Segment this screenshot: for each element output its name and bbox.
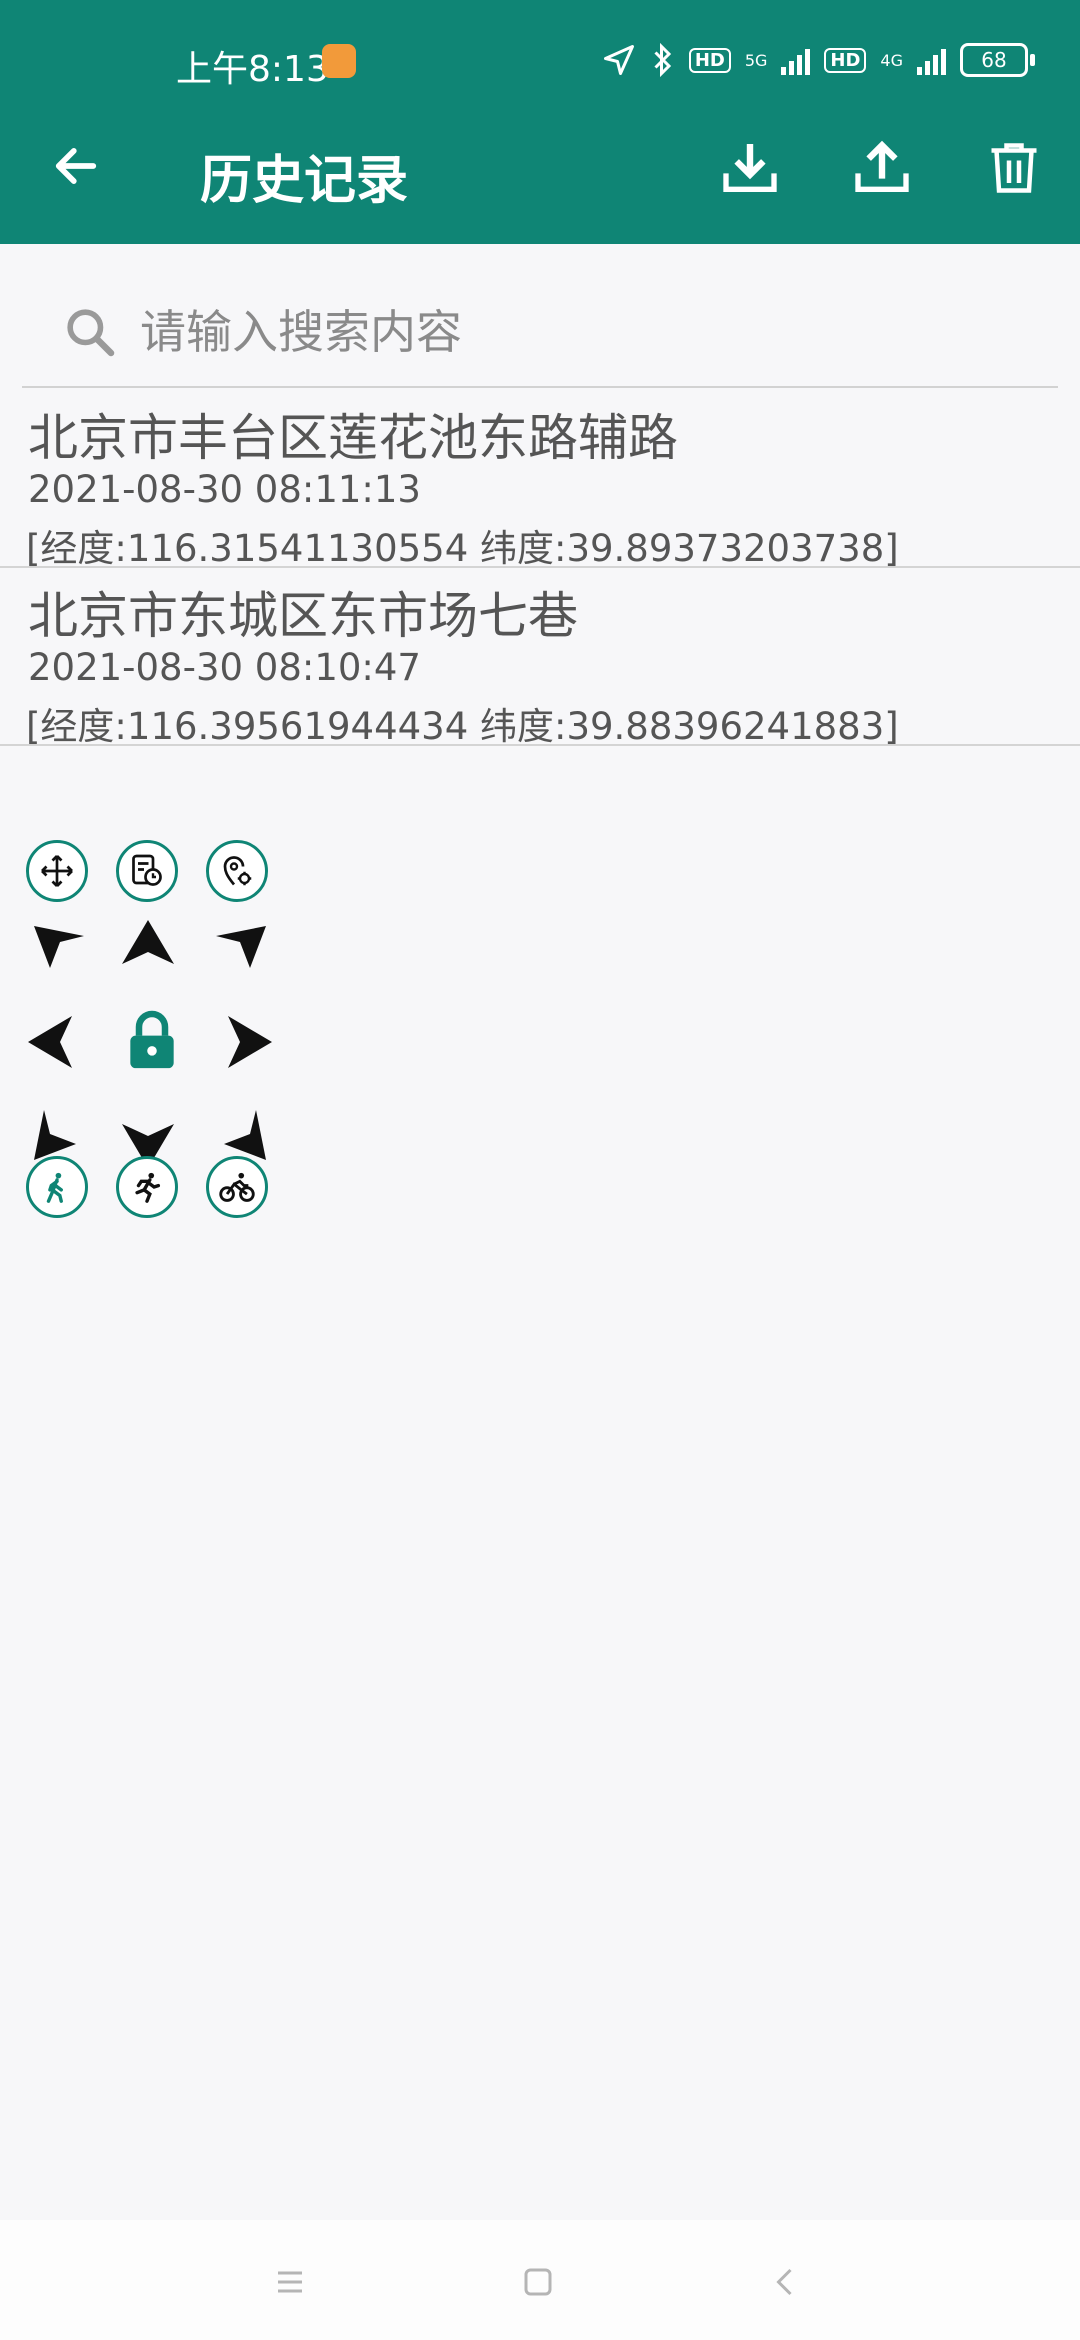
download-icon	[723, 144, 777, 192]
history-address: 北京市丰台区莲花池东路辅路	[28, 409, 678, 467]
menu-icon	[278, 2271, 302, 2293]
back-nav-button[interactable]	[758, 2254, 814, 2310]
battery-icon: 68	[960, 43, 1035, 77]
app-bar: 上午8:13 HD 5G HD 4G 68 历史记录	[0, 0, 1080, 244]
back-button[interactable]	[44, 134, 108, 198]
network-type-2: 4G	[880, 50, 903, 70]
navigation-icon	[603, 45, 634, 75]
page-title: 历史记录	[200, 151, 409, 211]
upload-icon	[855, 140, 909, 192]
run-button[interactable]	[116, 1156, 178, 1218]
location-settings-button[interactable]	[206, 840, 268, 902]
move-icon	[41, 855, 73, 887]
signal-2-icon	[917, 45, 946, 75]
hd-badge-2: HD	[824, 47, 867, 73]
hd-badge: HD	[688, 47, 731, 73]
run-icon	[135, 1172, 161, 1203]
chevron-left-icon	[776, 2268, 792, 2296]
joystick-overlay	[26, 840, 286, 1230]
system-nav-bar	[0, 2220, 1080, 2340]
home-square-icon	[524, 2268, 552, 2296]
history-button[interactable]	[116, 840, 178, 902]
arrow-up-icon[interactable]	[116, 914, 180, 978]
history-time: 2021-08-30 08:11:13	[28, 468, 421, 511]
bluetooth-icon	[654, 42, 671, 78]
history-coords: [经度:116.31541130554 纬度:39.89373203738]	[26, 527, 899, 570]
history-coords: [经度:116.39561944434 纬度:39.88396241883]	[26, 705, 899, 748]
search-icon	[67, 309, 115, 357]
arrow-left-icon	[55, 148, 97, 184]
history-address: 北京市东城区东市场七巷	[28, 587, 578, 645]
import-button[interactable]	[712, 130, 788, 206]
export-button[interactable]	[844, 130, 920, 206]
search-bar	[22, 280, 1058, 388]
history-item[interactable]: 北京市东城区东市场七巷 2021-08-30 08:10:47 [经度:116.…	[0, 568, 1080, 748]
location-app-icon	[322, 44, 356, 78]
status-icons: HD 5G HD 4G 68	[601, 38, 1035, 82]
status-time: 上午8:13	[176, 49, 329, 90]
lock-button[interactable]	[126, 1008, 178, 1076]
lock-icon	[130, 1010, 174, 1069]
home-nav-button[interactable]	[510, 2254, 566, 2310]
trash-icon	[991, 143, 1037, 193]
move-button[interactable]	[26, 840, 88, 902]
arrow-up-left-icon[interactable]	[26, 918, 90, 982]
history-list: 北京市丰台区莲花池东路辅路 2021-08-30 08:11:13 [经度:11…	[0, 390, 1080, 748]
walk-button[interactable]	[26, 1156, 88, 1218]
menu-nav-button[interactable]	[262, 2254, 318, 2310]
delete-button[interactable]	[976, 130, 1052, 206]
history-item[interactable]: 北京市丰台区莲花池东路辅路 2021-08-30 08:11:13 [经度:11…	[0, 390, 1080, 570]
arrow-left-icon[interactable]	[22, 1010, 86, 1074]
arrow-up-right-icon[interactable]	[210, 918, 274, 982]
history-clock-icon	[132, 854, 162, 886]
signal-1-icon	[781, 45, 811, 75]
search-input[interactable]	[138, 298, 1022, 366]
bike-icon	[219, 1172, 255, 1202]
walk-icon	[46, 1172, 63, 1203]
arrow-right-icon[interactable]	[214, 1010, 278, 1074]
bike-button[interactable]	[206, 1156, 268, 1218]
location-settings-icon	[223, 856, 252, 886]
network-type-1: 5G	[744, 50, 768, 70]
history-time: 2021-08-30 08:10:47	[28, 646, 421, 689]
